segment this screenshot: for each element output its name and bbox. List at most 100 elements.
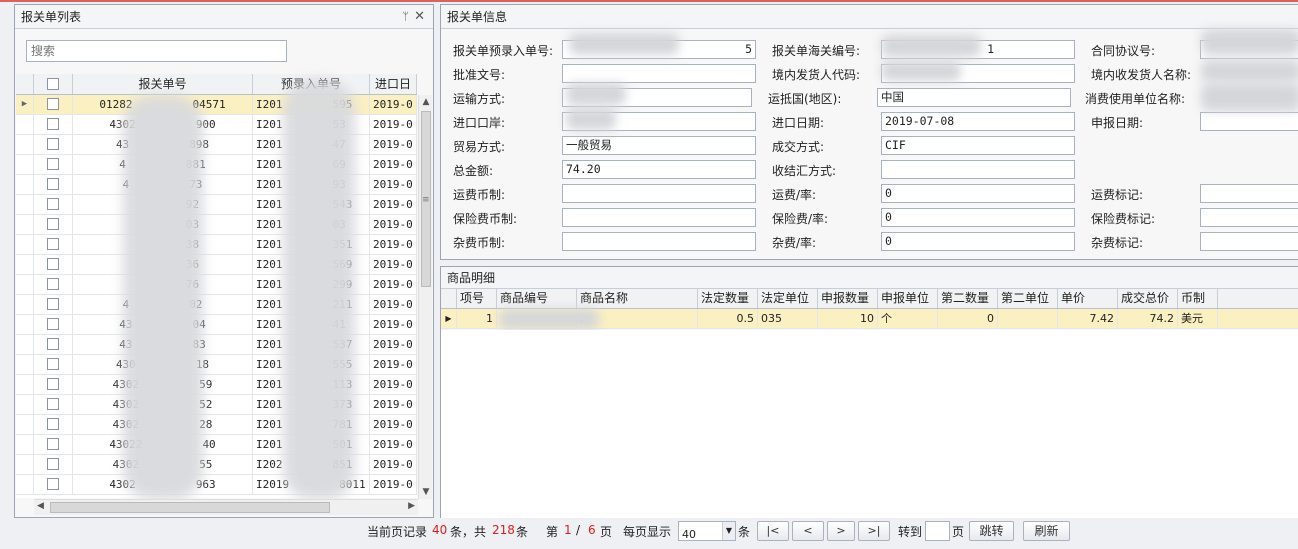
chevron-down-icon[interactable]: ▼: [722, 522, 735, 540]
refresh-button[interactable]: 刷新: [1023, 521, 1070, 541]
pin-icon[interactable]: ᛘ: [402, 5, 409, 29]
label-insurance-currency: 保险费币制:: [453, 212, 518, 226]
declare-date-field[interactable]: [1200, 112, 1298, 131]
table-row[interactable]: 4302900I201532019-0: [16, 115, 417, 135]
pager-current-page: 1: [564, 523, 572, 537]
goods-header-item[interactable]: 项号: [457, 289, 497, 308]
row-checkbox[interactable]: [34, 295, 73, 314]
goods-header-decl-unit[interactable]: 申报单位: [878, 289, 938, 308]
goods-header-legal-qty[interactable]: 法定数量: [698, 289, 758, 308]
header-declaration-no[interactable]: 报关单号: [73, 74, 253, 94]
misc-rate-field[interactable]: 0: [881, 232, 1075, 251]
insurance-rate-field[interactable]: 0: [881, 208, 1075, 227]
row-checkbox[interactable]: [34, 355, 73, 374]
row-checkbox[interactable]: [34, 115, 73, 134]
row-checkbox[interactable]: [34, 155, 73, 174]
row-checkbox[interactable]: [34, 175, 73, 194]
row-checkbox[interactable]: [34, 195, 73, 214]
goto-page-input[interactable]: [925, 521, 950, 541]
goods-header-price[interactable]: 单价: [1058, 289, 1118, 308]
scroll-down-icon[interactable]: ▼: [419, 487, 433, 497]
horizontal-scrollbar[interactable]: ◀ ▶: [34, 499, 418, 515]
header-import-date[interactable]: 进口日: [370, 74, 417, 94]
row-checkbox[interactable]: [34, 455, 73, 474]
table-row[interactable]: 430228I2017812019-0: [16, 415, 417, 435]
freight-rate-field[interactable]: 0: [881, 184, 1075, 203]
deal-mode-field[interactable]: CIF: [881, 136, 1075, 155]
goods-header-currency[interactable]: 币制: [1178, 289, 1218, 308]
row-indicator-icon: [16, 455, 34, 474]
redaction-blur: [881, 61, 961, 81]
row-checkbox[interactable]: [34, 315, 73, 334]
freight-currency-field[interactable]: [562, 184, 756, 203]
last-page-button[interactable]: >|: [858, 521, 890, 541]
table-row[interactable]: 03I201032019-0: [16, 215, 417, 235]
goods-header-second-unit[interactable]: 第二单位: [998, 289, 1058, 308]
arrival-country-field[interactable]: 中国: [877, 88, 1071, 107]
prev-page-button[interactable]: <: [792, 521, 824, 541]
table-row[interactable]: 430255I2028512019-0: [16, 455, 417, 475]
row-checkbox[interactable]: [34, 475, 73, 494]
scroll-right-icon[interactable]: ▶: [408, 501, 415, 511]
close-icon[interactable]: ✕: [414, 5, 425, 29]
jump-button[interactable]: 跳转: [969, 521, 1014, 541]
table-row[interactable]: 36I2015692019-0: [16, 255, 417, 275]
row-checkbox[interactable]: [34, 395, 73, 414]
scroll-up-icon[interactable]: ▲: [419, 97, 433, 107]
row-checkbox[interactable]: [34, 255, 73, 274]
row-checkbox[interactable]: [34, 135, 73, 154]
select-all-checkbox[interactable]: [34, 74, 73, 94]
hscroll-thumb[interactable]: [50, 502, 330, 513]
trade-mode-field[interactable]: 一般贸易: [562, 136, 756, 155]
insurance-currency-field[interactable]: [562, 208, 756, 227]
goods-header-code[interactable]: 商品编号: [497, 289, 577, 308]
table-row[interactable]: 43018I2015552019-0: [16, 355, 417, 375]
table-row[interactable]: 4302 963 I2019 8011 2019-0: [16, 475, 417, 495]
per-page-select[interactable]: 40 ▼: [678, 521, 736, 541]
table-row[interactable]: 4302240I2015012019-0: [16, 435, 417, 455]
row-checkbox[interactable]: [34, 275, 73, 294]
goods-header-total[interactable]: 成交总价: [1118, 289, 1178, 308]
table-row[interactable]: ▶0128204571I2015952019-0: [16, 95, 417, 115]
import-date-field[interactable]: 2019-07-08: [881, 112, 1075, 131]
row-checkbox[interactable]: [34, 435, 73, 454]
row-checkbox[interactable]: [34, 235, 73, 254]
table-row[interactable]: 76I2012992019-0: [16, 275, 417, 295]
table-row[interactable]: 473I201932019-0: [16, 175, 417, 195]
row-checkbox[interactable]: [34, 415, 73, 434]
goods-header-name[interactable]: 商品名称: [577, 289, 698, 308]
misc-mark-field[interactable]: [1200, 232, 1298, 251]
goods-header-decl-qty[interactable]: 申报数量: [818, 289, 878, 308]
table-row[interactable]: 430252I2013732019-0: [16, 395, 417, 415]
freight-mark-field[interactable]: [1200, 184, 1298, 203]
row-checkbox[interactable]: [34, 335, 73, 354]
table-row[interactable]: 92I2015432019-0: [16, 195, 417, 215]
goods-header-legal-unit[interactable]: 法定单位: [758, 289, 818, 308]
scroll-left-icon[interactable]: ◀: [37, 501, 44, 511]
table-row[interactable]: 4383I2015372019-0: [16, 335, 417, 355]
pager-total: 218: [492, 523, 515, 537]
redaction-blur: [1201, 29, 1298, 55]
next-page-button[interactable]: >: [827, 521, 855, 541]
vertical-scrollbar[interactable]: ▲ ≡ ▼: [418, 95, 432, 499]
row-checkbox[interactable]: [34, 375, 73, 394]
goods-header-second-qty[interactable]: 第二数量: [938, 289, 998, 308]
approval-no-field[interactable]: [562, 64, 756, 83]
redaction-blur: [283, 80, 355, 500]
table-row[interactable]: 4881I201692019-0: [16, 155, 417, 175]
table-row[interactable]: 38I2013512019-0: [16, 235, 417, 255]
row-checkbox[interactable]: [34, 215, 73, 234]
search-input[interactable]: [26, 40, 287, 62]
first-page-button[interactable]: |<: [757, 521, 789, 541]
table-row[interactable]: 402I2012112019-0: [16, 295, 417, 315]
table-row[interactable]: 4304I201412019-0: [16, 315, 417, 335]
pager-page-word-pre: 第: [546, 525, 559, 539]
insurance-mark-field[interactable]: [1200, 208, 1298, 227]
row-checkbox[interactable]: [34, 95, 73, 114]
settlement-field[interactable]: [881, 160, 1075, 179]
grid-header: 报关单号 预录入单号 进口日: [16, 74, 417, 95]
total-amount-field[interactable]: 74.20: [562, 160, 756, 179]
table-row[interactable]: 43898I201472019-0: [16, 135, 417, 155]
table-row[interactable]: 430259I2011132019-0: [16, 375, 417, 395]
misc-currency-field[interactable]: [562, 232, 756, 251]
